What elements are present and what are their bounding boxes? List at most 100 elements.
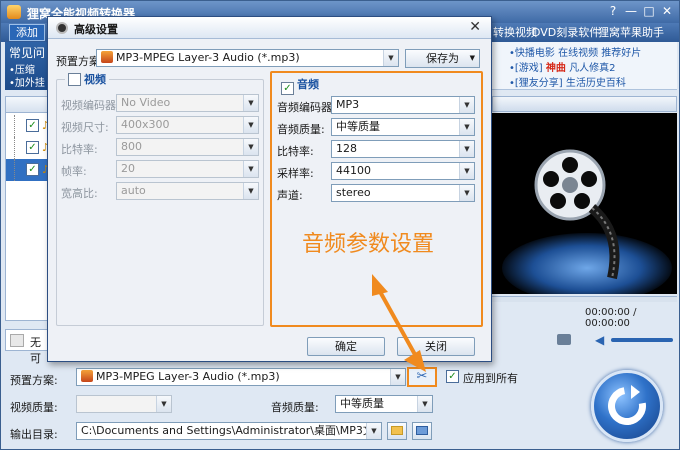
faq-link-subtitles[interactable]: •加外挂: [9, 74, 45, 89]
video-codec-select[interactable]: No Video ▼: [116, 94, 259, 112]
list-item-checkbox[interactable]: ✓: [26, 163, 39, 176]
video-row-label: 宽高比:: [61, 187, 98, 200]
video-quality-select[interactable]: ▼: [76, 395, 172, 413]
video-size-select[interactable]: 400x300 ▼: [116, 116, 259, 134]
snapshot-icon[interactable]: [557, 334, 571, 345]
video-group-title: 视频: [84, 73, 106, 86]
chevron-down-icon: ▼: [390, 369, 405, 385]
audio-codec-value: MP3: [336, 98, 360, 111]
volume-slider[interactable]: [611, 338, 673, 342]
close-button[interactable]: 关闭: [397, 337, 475, 356]
ad-link-recommend[interactable]: 推荐好片: [601, 48, 641, 59]
chevron-down-icon: ▼: [243, 117, 258, 133]
ad-link-online-video[interactable]: 在线视频: [558, 48, 598, 59]
advanced-settings-button[interactable]: ✂: [407, 367, 437, 387]
ad-link-fanren[interactable]: 凡人修真2: [569, 63, 615, 74]
subtitle-strip: 无可: [5, 329, 49, 365]
chevron-down-icon: ▼: [383, 50, 398, 66]
add-video-button[interactable]: 添加: [9, 24, 45, 41]
chevron-down-icon: ▼: [243, 139, 258, 155]
maximize-button[interactable]: □: [641, 4, 657, 19]
video-bitrate-select[interactable]: 800 ▼: [116, 138, 259, 156]
preview-window: [492, 113, 677, 294]
apply-all-label: 应用到所有: [463, 372, 518, 385]
audio-samplerate-select[interactable]: 44100 ▼: [331, 162, 475, 180]
open-folder-button[interactable]: [412, 422, 432, 440]
video-row-label: 视频尺寸:: [61, 121, 109, 134]
video-aspect-select[interactable]: auto ▼: [116, 182, 259, 200]
menu-item-dvd[interactable]: DVD刻录软件: [532, 25, 600, 40]
chevron-down-icon: ▼: [156, 396, 171, 412]
audio-samplerate-value: 44100: [336, 164, 371, 177]
faq-title: 常见问: [9, 46, 46, 60]
dialog-close-icon[interactable]: ✕: [469, 19, 481, 35]
list-item-checkbox[interactable]: ✓: [26, 141, 39, 154]
chevron-down-icon: ▼: [459, 141, 474, 157]
speaker-icon[interactable]: ◀: [595, 333, 604, 347]
file-list: ✓ ♪ ✓ ♪ ✓ ♪: [5, 96, 49, 321]
preset-select[interactable]: MP3-MPEG Layer-3 Audio (*.mp3) ▼: [76, 368, 406, 386]
video-row-label: 比特率:: [61, 143, 98, 156]
audio-channels-value: stereo: [336, 186, 371, 199]
video-aspect-value: auto: [121, 184, 146, 197]
list-item[interactable]: ✓ ♪: [6, 115, 49, 137]
video-size-value: 400x300: [121, 118, 170, 131]
preset-label: 预置方案:: [10, 374, 58, 387]
save-as-label: 保存为: [426, 52, 459, 65]
ad-link-shenqu[interactable]: 神曲: [546, 63, 566, 74]
apply-all-checkbox[interactable]: ✓: [446, 370, 459, 383]
audio-bitrate-value: 128: [336, 142, 357, 155]
audio-codec-select[interactable]: MP3 ▼: [331, 96, 475, 114]
audio-bitrate-select[interactable]: 128 ▼: [331, 140, 475, 158]
chevron-down-icon: ▼: [243, 183, 258, 199]
audio-row-label: 声道:: [277, 189, 303, 202]
list-item-selected[interactable]: ✓ ♪: [6, 159, 49, 181]
audio-channels-select[interactable]: stereo ▼: [331, 184, 475, 202]
video-row-label: 视频编码器:: [61, 99, 120, 112]
dialog-preset-select[interactable]: MP3-MPEG Layer-3 Audio (*.mp3) ▼: [96, 49, 399, 67]
mp3-icon: [81, 370, 93, 382]
audio-quality-label: 音频质量:: [271, 401, 319, 414]
preview-header: [492, 96, 677, 112]
list-item[interactable]: ✓ ♪: [6, 137, 49, 159]
ad-link-kuaibo[interactable]: •快播电影: [509, 48, 555, 59]
browse-folder-button[interactable]: [387, 422, 407, 440]
video-framerate-value: 20: [121, 162, 135, 175]
video-quality-label: 视频质量:: [10, 401, 58, 414]
audio-quality-value: 中等质量: [340, 397, 384, 410]
audio-quality-select[interactable]: 中等质量 ▼: [335, 395, 433, 413]
tree-line: [14, 159, 15, 181]
tree-line: [14, 115, 15, 137]
convert-button[interactable]: [591, 370, 663, 442]
video-enable-checkbox[interactable]: [68, 73, 81, 86]
video-framerate-select[interactable]: 20 ▼: [116, 160, 259, 178]
abc-icon: [10, 334, 24, 347]
dialog-preset-value: MP3-MPEG Layer-3 Audio (*.mp3): [116, 51, 300, 64]
open-folder-icon: [416, 426, 428, 435]
annotation-label: 音频参数设置: [302, 232, 435, 257]
ad-link-share[interactable]: •[狸友分享] 生活历史百科: [509, 74, 626, 89]
folder-icon: [391, 426, 403, 435]
ad-line-1: •快播电影 在线视频 推荐好片: [509, 44, 641, 59]
output-dir-value: C:\Documents and Settings\Administrator\…: [81, 424, 382, 437]
film-reel-icon: [534, 149, 620, 280]
close-window-button[interactable]: ✕: [659, 4, 675, 19]
subtitle-none-label[interactable]: 无可: [30, 334, 48, 366]
menu-item-apple-helper[interactable]: 狸窝苹果助手: [598, 25, 664, 40]
output-dir-input[interactable]: C:\Documents and Settings\Administrator\…: [76, 422, 382, 440]
audio-quality-dialog-value: 中等质量: [336, 120, 380, 133]
chevron-down-icon: ▼: [243, 95, 258, 111]
audio-quality-dialog-select[interactable]: 中等质量 ▼: [331, 118, 475, 136]
ok-button[interactable]: 确定: [307, 337, 385, 356]
menu-item-convert[interactable]: 转换视频: [493, 25, 537, 40]
chevron-down-icon: ▼: [243, 161, 258, 177]
film-reel-small-icon: [56, 22, 68, 34]
list-item-checkbox[interactable]: ✓: [26, 119, 39, 132]
help-button[interactable]: ?: [605, 4, 621, 19]
ad-link-games[interactable]: •[游戏]: [509, 63, 543, 74]
seek-bar[interactable]: [492, 296, 677, 302]
audio-group: ✓ 音频 音频编码器: MP3 ▼ 音频质量: 中等质量 ▼ 比特率: 128 ▼ 采样…: [270, 71, 483, 327]
save-as-button[interactable]: 保存为 ▼: [405, 49, 480, 68]
minimize-button[interactable]: —: [623, 4, 639, 19]
audio-enable-checkbox[interactable]: ✓: [281, 82, 294, 95]
